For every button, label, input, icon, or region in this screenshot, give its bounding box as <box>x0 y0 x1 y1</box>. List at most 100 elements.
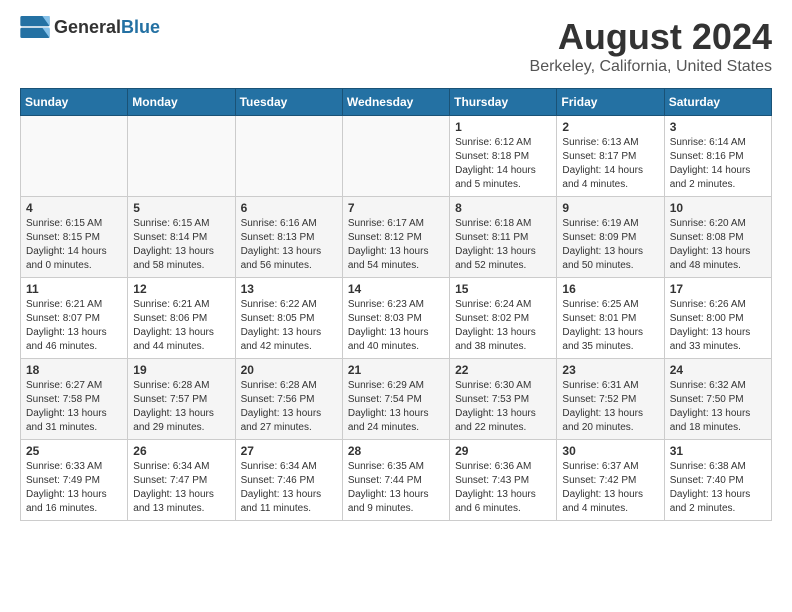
day-number: 15 <box>455 282 551 296</box>
col-tuesday: Tuesday <box>235 89 342 116</box>
calendar-cell: 1 Sunrise: 6:12 AM Sunset: 8:18 PM Daylig… <box>450 116 557 197</box>
logo-blue: Blue <box>121 17 160 37</box>
day-info: Sunrise: 6:28 AM Sunset: 7:57 PM Dayligh… <box>133 379 229 435</box>
day-number: 29 <box>455 444 551 458</box>
col-friday: Friday <box>557 89 664 116</box>
calendar-cell: 25Sunrise: 6:33 AM Sunset: 7:49 PM Dayli… <box>21 440 128 521</box>
day-number: 20 <box>241 363 337 377</box>
day-info: Sunrise: 6:16 AM Sunset: 8:13 PM Dayligh… <box>241 217 337 273</box>
calendar-cell: 19 Sunrise: 6:28 AM Sunset: 7:57 PM Dayli… <box>128 359 235 440</box>
calendar-cell: 16Sunrise: 6:25 AM Sunset: 8:01 PM Dayli… <box>557 278 664 359</box>
day-number: 21 <box>348 363 444 377</box>
day-info: Sunrise: 6:12 AM Sunset: 8:18 PM Dayligh… <box>455 136 551 192</box>
day-info: Sunrise: 6:23 AM Sunset: 8:03 PM Dayligh… <box>348 298 444 354</box>
day-number: 23 <box>562 363 658 377</box>
calendar-cell: 3Sunrise: 6:14 AM Sunset: 8:16 PM Daylig… <box>664 116 771 197</box>
day-info: Sunrise: 6:30 AM Sunset: 7:53 PM Dayligh… <box>455 379 551 435</box>
day-info: Sunrise: 6:36 AM Sunset: 7:43 PM Dayligh… <box>455 460 551 516</box>
title-area: August 2024 Berkeley, California, United… <box>530 16 772 76</box>
day-number: 24 <box>670 363 766 377</box>
day-number: 9 <box>562 201 658 215</box>
day-number: 27 <box>241 444 337 458</box>
day-info: Sunrise: 6:35 AM Sunset: 7:44 PM Dayligh… <box>348 460 444 516</box>
calendar-cell <box>342 116 449 197</box>
day-number: 22 <box>455 363 551 377</box>
day-info: Sunrise: 6:20 AM Sunset: 8:08 PM Dayligh… <box>670 217 766 273</box>
calendar-cell: 15 Sunrise: 6:24 AM Sunset: 8:02 PM Dayli… <box>450 278 557 359</box>
day-info: Sunrise: 6:13 AM Sunset: 8:17 PM Dayligh… <box>562 136 658 192</box>
col-saturday: Saturday <box>664 89 771 116</box>
day-number: 13 <box>241 282 337 296</box>
day-number: 2 <box>562 120 658 134</box>
calendar-cell: 14 Sunrise: 6:23 AM Sunset: 8:03 PM Dayli… <box>342 278 449 359</box>
day-info: Sunrise: 6:29 AM Sunset: 7:54 PM Dayligh… <box>348 379 444 435</box>
day-info: Sunrise: 6:34 AM Sunset: 7:47 PM Dayligh… <box>133 460 229 516</box>
day-number: 17 <box>670 282 766 296</box>
day-number: 19 <box>133 363 229 377</box>
calendar-cell: 6 Sunrise: 6:16 AM Sunset: 8:13 PM Daylig… <box>235 197 342 278</box>
calendar-cell: 8 Sunrise: 6:18 AM Sunset: 8:11 PM Daylig… <box>450 197 557 278</box>
calendar-cell: 10 Sunrise: 6:20 AM Sunset: 8:08 PM Dayli… <box>664 197 771 278</box>
day-info: Sunrise: 6:26 AM Sunset: 8:00 PM Dayligh… <box>670 298 766 354</box>
day-number: 8 <box>455 201 551 215</box>
logo-general: General <box>54 17 121 37</box>
day-number: 10 <box>670 201 766 215</box>
day-info: Sunrise: 6:18 AM Sunset: 8:11 PM Dayligh… <box>455 217 551 273</box>
day-number: 30 <box>562 444 658 458</box>
subtitle: Berkeley, California, United States <box>530 58 772 76</box>
col-thursday: Thursday <box>450 89 557 116</box>
weekday-row: Sunday Monday Tuesday Wednesday Thursday… <box>21 89 772 116</box>
calendar-week-3: 11 Sunrise: 6:21 AM Sunset: 8:07 PM Dayli… <box>21 278 772 359</box>
calendar-cell <box>235 116 342 197</box>
calendar-cell: 22 Sunrise: 6:30 AM Sunset: 7:53 PM Dayli… <box>450 359 557 440</box>
header: GeneralBlue August 2024 Berkeley, Califo… <box>20 16 772 76</box>
day-info: Sunrise: 6:28 AM Sunset: 7:56 PM Dayligh… <box>241 379 337 435</box>
day-number: 7 <box>348 201 444 215</box>
logo-icon <box>20 16 50 38</box>
day-info: Sunrise: 6:17 AM Sunset: 8:12 PM Dayligh… <box>348 217 444 273</box>
logo: GeneralBlue <box>20 16 160 38</box>
day-number: 26 <box>133 444 229 458</box>
day-info: Sunrise: 6:24 AM Sunset: 8:02 PM Dayligh… <box>455 298 551 354</box>
calendar-week-4: 18Sunrise: 6:27 AM Sunset: 7:58 PM Dayli… <box>21 359 772 440</box>
day-number: 11 <box>26 282 122 296</box>
calendar-cell: 28Sunrise: 6:35 AM Sunset: 7:44 PM Dayli… <box>342 440 449 521</box>
day-number: 12 <box>133 282 229 296</box>
calendar-body: 1 Sunrise: 6:12 AM Sunset: 8:18 PM Daylig… <box>21 116 772 521</box>
calendar-cell <box>21 116 128 197</box>
calendar-cell: 23 Sunrise: 6:31 AM Sunset: 7:52 PM Dayli… <box>557 359 664 440</box>
day-number: 6 <box>241 201 337 215</box>
day-info: Sunrise: 6:15 AM Sunset: 8:14 PM Dayligh… <box>133 217 229 273</box>
calendar-cell: 5 Sunrise: 6:15 AM Sunset: 8:14 PM Daylig… <box>128 197 235 278</box>
calendar-header: Sunday Monday Tuesday Wednesday Thursday… <box>21 89 772 116</box>
day-info: Sunrise: 6:15 AM Sunset: 8:15 PM Dayligh… <box>26 217 122 273</box>
col-monday: Monday <box>128 89 235 116</box>
day-info: Sunrise: 6:21 AM Sunset: 8:07 PM Dayligh… <box>26 298 122 354</box>
day-info: Sunrise: 6:27 AM Sunset: 7:58 PM Dayligh… <box>26 379 122 435</box>
calendar-cell: 29 Sunrise: 6:36 AM Sunset: 7:43 PM Dayli… <box>450 440 557 521</box>
day-number: 16 <box>562 282 658 296</box>
calendar-cell <box>128 116 235 197</box>
day-number: 14 <box>348 282 444 296</box>
calendar-cell: 26 Sunrise: 6:34 AM Sunset: 7:47 PM Dayli… <box>128 440 235 521</box>
calendar-cell: 27 Sunrise: 6:34 AM Sunset: 7:46 PM Dayli… <box>235 440 342 521</box>
calendar-cell: 30 Sunrise: 6:37 AM Sunset: 7:42 PM Dayli… <box>557 440 664 521</box>
col-wednesday: Wednesday <box>342 89 449 116</box>
day-info: Sunrise: 6:19 AM Sunset: 8:09 PM Dayligh… <box>562 217 658 273</box>
calendar-cell: 2 Sunrise: 6:13 AM Sunset: 8:17 PM Daylig… <box>557 116 664 197</box>
day-number: 5 <box>133 201 229 215</box>
calendar-cell: 9 Sunrise: 6:19 AM Sunset: 8:09 PM Daylig… <box>557 197 664 278</box>
day-info: Sunrise: 6:37 AM Sunset: 7:42 PM Dayligh… <box>562 460 658 516</box>
calendar-cell: 21 Sunrise: 6:29 AM Sunset: 7:54 PM Dayli… <box>342 359 449 440</box>
calendar-week-2: 4Sunrise: 6:15 AM Sunset: 8:15 PM Daylig… <box>21 197 772 278</box>
day-number: 3 <box>670 120 766 134</box>
calendar-cell: 18Sunrise: 6:27 AM Sunset: 7:58 PM Dayli… <box>21 359 128 440</box>
day-info: Sunrise: 6:34 AM Sunset: 7:46 PM Dayligh… <box>241 460 337 516</box>
day-info: Sunrise: 6:38 AM Sunset: 7:40 PM Dayligh… <box>670 460 766 516</box>
col-sunday: Sunday <box>21 89 128 116</box>
day-number: 1 <box>455 120 551 134</box>
day-info: Sunrise: 6:31 AM Sunset: 7:52 PM Dayligh… <box>562 379 658 435</box>
calendar-week-5: 25Sunrise: 6:33 AM Sunset: 7:49 PM Dayli… <box>21 440 772 521</box>
calendar-cell: 7 Sunrise: 6:17 AM Sunset: 8:12 PM Daylig… <box>342 197 449 278</box>
calendar-cell: 12Sunrise: 6:21 AM Sunset: 8:06 PM Dayli… <box>128 278 235 359</box>
